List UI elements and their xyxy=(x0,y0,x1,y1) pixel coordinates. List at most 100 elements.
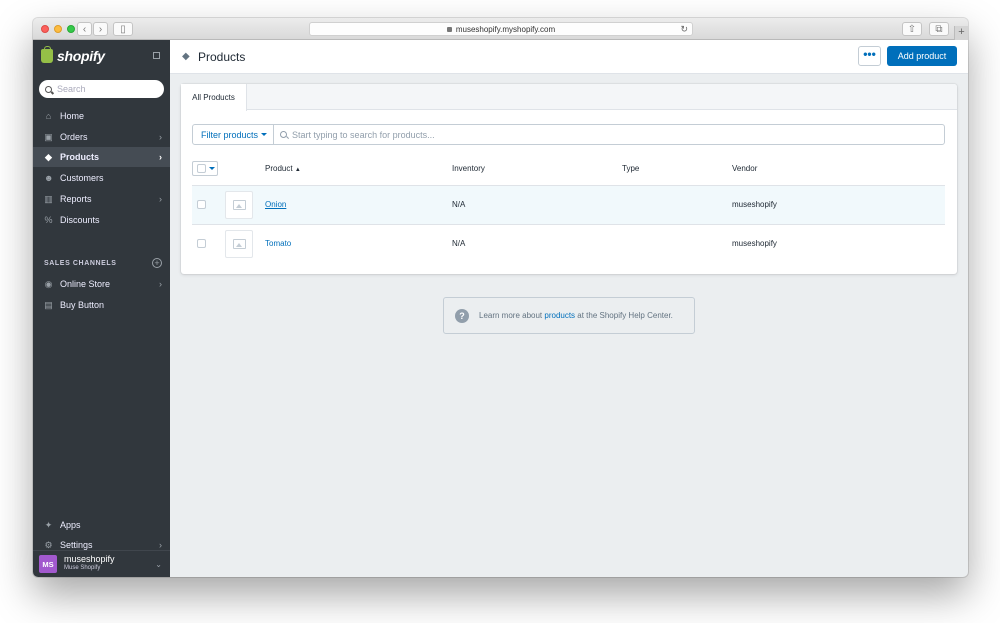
back-button[interactable]: ‹ xyxy=(77,22,92,36)
caret-down-icon xyxy=(261,133,268,136)
filter-products-button[interactable]: Filter products xyxy=(193,125,275,144)
tab-bar: All Products xyxy=(181,84,957,111)
sidebar-search[interactable]: Search xyxy=(39,80,164,98)
row-checkbox[interactable] xyxy=(197,239,206,248)
sidebar-item-label: Reports xyxy=(60,194,92,204)
sidebar-item-label: Customers xyxy=(60,173,104,183)
avatar: MS xyxy=(39,555,57,573)
sort-ascending-icon: ▲ xyxy=(294,167,301,173)
chevron-right-icon: › xyxy=(159,540,162,550)
sidebar-item-label: Online Store xyxy=(60,279,111,289)
sidebar-toggle-button[interactable]: ▯ xyxy=(113,22,133,36)
account-text: museshopify Muse Shopify xyxy=(64,555,115,573)
sidebar-item-label: Buy Button xyxy=(60,300,105,310)
caret-down-icon xyxy=(209,167,215,170)
more-actions-button[interactable]: ••• xyxy=(858,46,881,66)
page-header: ◆ Products ••• Add product xyxy=(170,40,968,74)
sidebar-item-buy-button[interactable]: ▤ Buy Button xyxy=(33,295,170,315)
tabs-button[interactable]: ⧉ xyxy=(929,22,949,36)
column-label: Product xyxy=(265,164,293,173)
search-icon xyxy=(280,131,288,138)
table-row[interactable]: Tomato N/A museshopify xyxy=(192,225,945,263)
vendor-cell: museshopify xyxy=(732,239,777,248)
buy-button-icon: ▤ xyxy=(44,299,53,310)
sidebar-item-home[interactable]: ⌂ Home xyxy=(33,106,170,126)
product-thumbnail[interactable] xyxy=(225,191,253,219)
browser-titlebar: ‹ › ▯ museshopify.myshopify.com ↻ ⇧ ⧉ + xyxy=(33,18,968,40)
sidebar: shopify Search ⌂ Home ▣ Orders › ◆ Produ… xyxy=(33,40,170,577)
sidebar-item-reports[interactable]: ▥ Reports › xyxy=(33,189,170,209)
table-row[interactable]: Onion N/A museshopify xyxy=(192,186,945,224)
sales-channels-heading: SALES CHANNELS xyxy=(44,260,117,267)
tab-all-products[interactable]: All Products xyxy=(181,84,247,111)
column-header-type: Type xyxy=(622,164,640,173)
chevron-down-icon: ⌄ xyxy=(155,560,162,569)
share-button[interactable]: ⇧ xyxy=(902,22,922,36)
chevron-right-icon: › xyxy=(159,194,162,204)
tag-icon: ◆ xyxy=(45,151,52,162)
product-thumbnail[interactable] xyxy=(225,230,253,258)
products-card: All Products Filter products Product ▲ I… xyxy=(181,84,957,274)
bulk-select-checkbox[interactable] xyxy=(192,161,218,176)
shopify-logo[interactable]: shopify xyxy=(41,46,105,64)
customers-icon: ☻ xyxy=(44,172,54,183)
add-product-button[interactable]: Add product xyxy=(887,46,957,66)
image-placeholder-icon xyxy=(232,200,246,210)
column-header-inventory: Inventory xyxy=(452,164,485,173)
account-switcher[interactable]: MS museshopify Muse Shopify ⌄ xyxy=(33,550,170,577)
vendor-cell: museshopify xyxy=(732,200,777,209)
product-name-link[interactable]: Onion xyxy=(265,200,286,209)
sidebar-item-label: Discounts xyxy=(60,215,100,225)
external-link-icon[interactable] xyxy=(153,52,160,59)
forward-button[interactable]: › xyxy=(93,22,108,36)
bar-chart-icon: ▥ xyxy=(44,193,53,204)
sidebar-item-discounts[interactable]: % Discounts xyxy=(33,210,170,230)
maximize-window-button[interactable] xyxy=(67,25,75,33)
store-icon: ◉ xyxy=(44,278,53,289)
sidebar-item-customers[interactable]: ☻ Customers xyxy=(33,168,170,188)
sidebar-item-orders[interactable]: ▣ Orders › xyxy=(33,127,170,147)
share-icon: ⇧ xyxy=(907,23,917,35)
select-all-checkbox[interactable] xyxy=(197,164,206,173)
search-icon xyxy=(45,85,52,93)
shopify-bag-icon xyxy=(41,46,53,63)
column-header-product[interactable]: Product ▲ xyxy=(265,164,301,173)
logo-text: shopify xyxy=(57,48,105,64)
sidebar-icon: ▯ xyxy=(120,23,126,35)
sidebar-item-label: Products xyxy=(60,152,100,162)
apps-icon: ✦ xyxy=(44,519,53,530)
help-callout: ? Learn more about products at the Shopi… xyxy=(443,297,695,334)
browser-window: ‹ › ▯ museshopify.myshopify.com ↻ ⇧ ⧉ + … xyxy=(33,18,968,577)
filter-label: Filter products xyxy=(201,129,259,140)
search-wrapper xyxy=(274,129,944,140)
add-channel-icon[interactable]: + xyxy=(152,258,162,268)
sidebar-item-apps[interactable]: ✦ Apps xyxy=(33,515,170,535)
sidebar-item-label: Orders xyxy=(60,132,88,142)
close-window-button[interactable] xyxy=(41,25,49,33)
sidebar-item-online-store[interactable]: ◉ Online Store › xyxy=(33,274,170,294)
sidebar-item-label: Settings xyxy=(60,540,93,550)
minimize-window-button[interactable] xyxy=(54,25,62,33)
store-name: Muse Shopify xyxy=(64,565,101,571)
chevron-right-icon: › xyxy=(159,132,162,142)
help-products-link[interactable]: products xyxy=(544,311,575,320)
lock-icon xyxy=(446,26,452,32)
discount-icon: % xyxy=(44,214,53,225)
address-bar[interactable]: museshopify.myshopify.com ↻ xyxy=(309,22,693,36)
product-name-link[interactable]: Tomato xyxy=(265,239,291,248)
help-text: Learn more about products at the Shopify… xyxy=(479,311,673,320)
product-search-input[interactable] xyxy=(292,129,893,140)
chevron-right-icon: › xyxy=(159,152,162,162)
image-placeholder-icon xyxy=(232,239,246,249)
chevron-right-icon: › xyxy=(159,279,162,289)
column-header-vendor: Vendor xyxy=(732,164,758,173)
filter-bar: Filter products xyxy=(192,124,945,145)
row-checkbox[interactable] xyxy=(197,200,206,209)
home-icon: ⌂ xyxy=(45,110,52,121)
tabs-icon: ⧉ xyxy=(935,23,943,35)
reload-icon[interactable]: ↻ xyxy=(680,24,688,35)
chevron-right-icon: › xyxy=(98,23,103,35)
sidebar-item-label: Apps xyxy=(60,520,81,530)
new-tab-button[interactable]: + xyxy=(954,26,968,40)
sidebar-item-products[interactable]: ◆ Products › xyxy=(33,147,170,167)
